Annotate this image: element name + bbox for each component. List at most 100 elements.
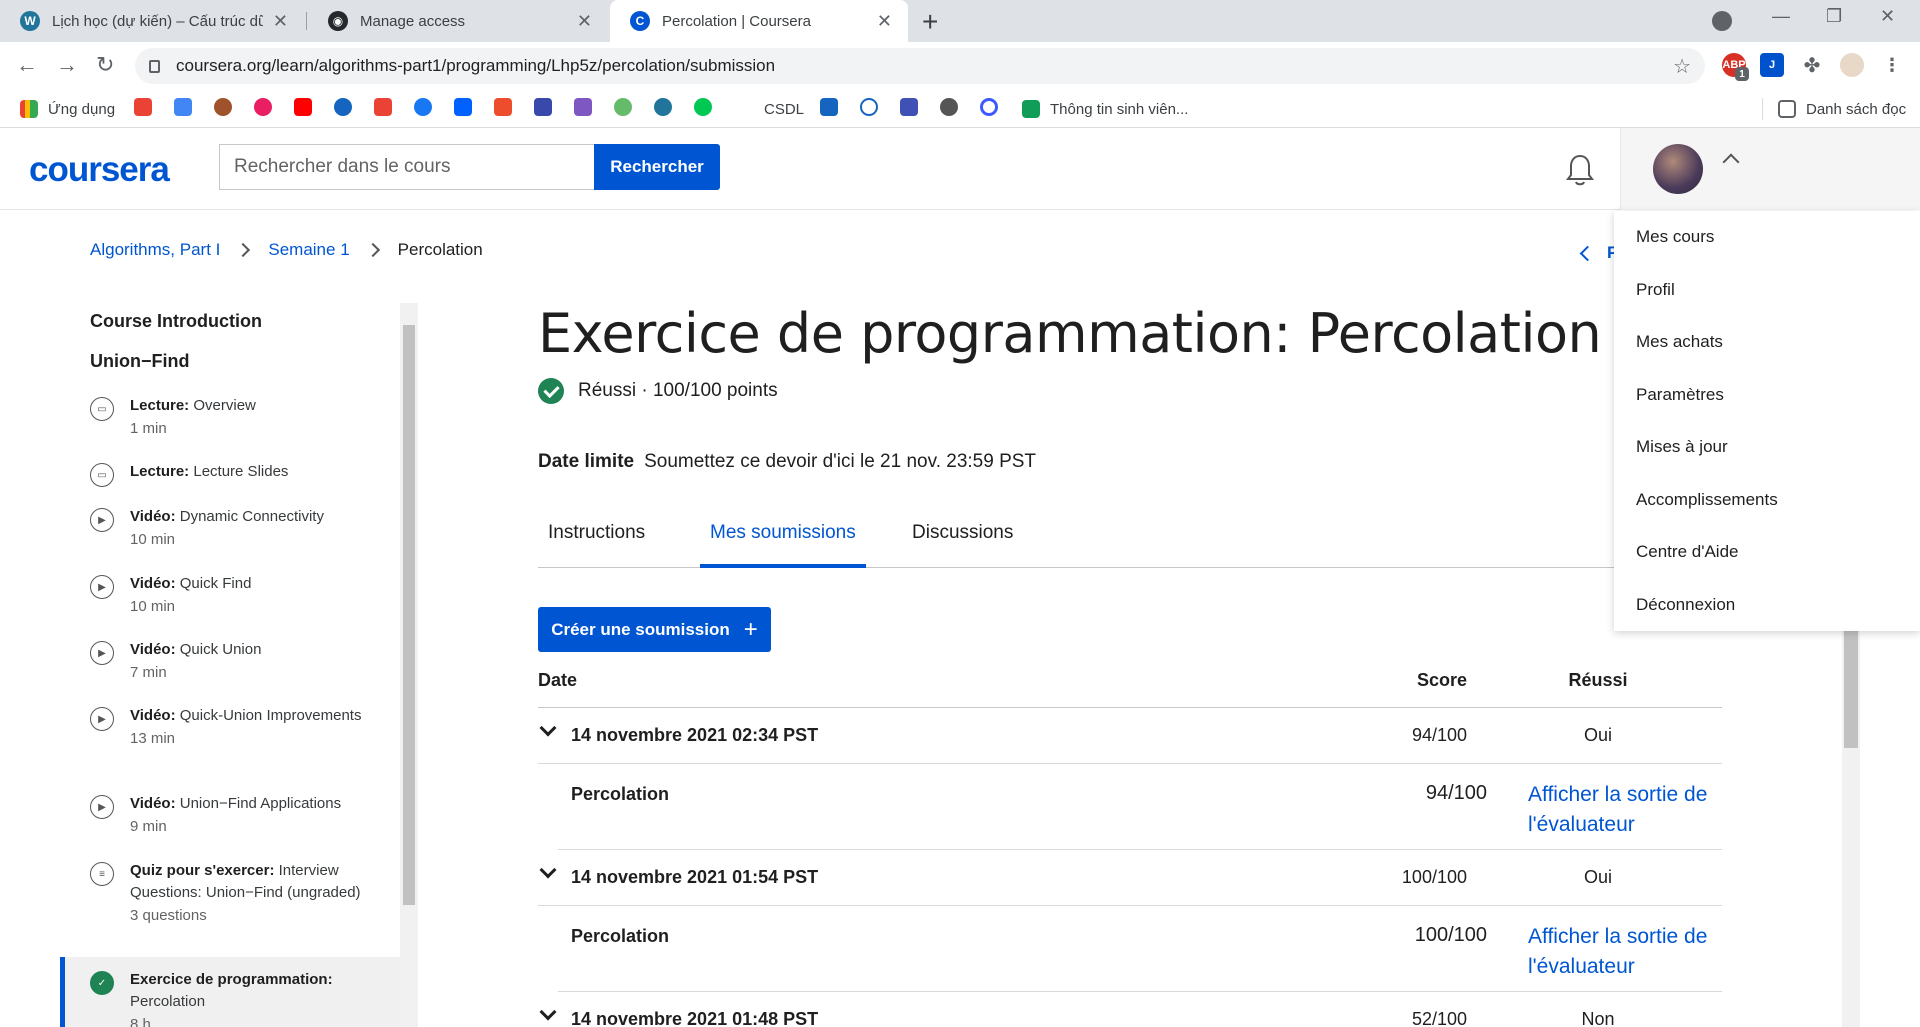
- gmail-icon[interactable]: [134, 98, 152, 116]
- scrollbar-thumb[interactable]: [1844, 630, 1858, 748]
- bell-icon[interactable]: [1565, 152, 1595, 188]
- menu-item-profil[interactable]: Profil: [1636, 280, 1675, 300]
- jira-icon[interactable]: J: [1760, 53, 1784, 77]
- reading-list[interactable]: Danh sách đọc: [1778, 98, 1906, 120]
- account-menu-toggle[interactable]: [1620, 128, 1920, 210]
- deadline-text: Soumettez ce devoir d'ici le 21 nov. 23:…: [644, 451, 1037, 472]
- sidebar-item[interactable]: ▶ Vidéo: Quick-Union Improvements 13 min: [60, 705, 400, 785]
- minimize-icon[interactable]: —: [1772, 6, 1790, 27]
- scrollbar-thumb[interactable]: [403, 325, 415, 905]
- header-date: Date: [538, 670, 578, 690]
- breadcrumb-course[interactable]: Algorithms, Part I: [90, 240, 220, 260]
- chevron-down-icon[interactable]: [539, 1003, 557, 1021]
- close-tab-icon[interactable]: ✕: [877, 11, 892, 32]
- tab-mes-soumissions[interactable]: Mes soumissions: [700, 518, 866, 568]
- bookmark-thongtin[interactable]: Thông tin sinh viên...: [1022, 98, 1188, 120]
- menu-icon[interactable]: ⋮: [1880, 53, 1904, 77]
- site-header: coursera Rechercher: [0, 128, 1920, 210]
- menu-item-centre-aide[interactable]: Centre d'Aide: [1636, 542, 1738, 562]
- sidebar-item[interactable]: ▶ Vidéo: Dynamic Connectivity 10 min: [60, 506, 400, 566]
- dropbox-icon[interactable]: [454, 98, 472, 116]
- bookmark-icon[interactable]: [900, 98, 918, 116]
- quiz-icon: ≡: [90, 862, 114, 886]
- bookmark-icon[interactable]: [534, 98, 552, 116]
- profile-icon[interactable]: [1840, 53, 1864, 77]
- facebook-icon[interactable]: [414, 98, 432, 116]
- bookmark-icon[interactable]: [694, 98, 712, 116]
- sidebar-item[interactable]: ▭ Lecture: Overview 1 min: [60, 395, 400, 455]
- search-button[interactable]: Rechercher: [594, 144, 720, 190]
- sidebar-item[interactable]: ▶ Vidéo: Union−Find Applications 9 min: [60, 793, 400, 853]
- restore-icon[interactable]: ❐: [1826, 6, 1842, 27]
- menu-item-mes-achats[interactable]: Mes achats: [1636, 332, 1723, 352]
- back-icon[interactable]: ←: [16, 52, 38, 78]
- shopee-icon[interactable]: [494, 98, 512, 116]
- sidebar-item[interactable]: ≡ Quiz pour s'exercer: Interview Questio…: [60, 860, 400, 956]
- submission-part-row: Percolation 94/100 Afficher la sortie de…: [558, 764, 1722, 850]
- submission-row[interactable]: 14 novembre 2021 01:48 PST 52/100 Non: [538, 992, 1722, 1027]
- bookmark-icon[interactable]: [334, 98, 352, 116]
- bookmarks-bar: Ứng dụng CSDL Thông tin sinh viên... Dan…: [0, 90, 1920, 128]
- translate-icon[interactable]: [174, 98, 192, 116]
- new-tab-icon[interactable]: +: [922, 6, 938, 38]
- tab-search-icon[interactable]: [1712, 11, 1732, 31]
- globe-icon[interactable]: [940, 98, 958, 116]
- sidebar-item[interactable]: ▶ Vidéo: Quick Union 7 min: [60, 639, 400, 699]
- sidebar-section-title[interactable]: Course Introduction: [90, 311, 262, 332]
- menu-item-parametres[interactable]: Paramètres: [1636, 385, 1724, 405]
- search-input[interactable]: [219, 144, 595, 190]
- close-tab-icon[interactable]: ✕: [273, 11, 288, 32]
- ext-badge: 1: [1735, 67, 1749, 81]
- bookmark-icon[interactable]: [614, 98, 632, 116]
- bookmark-icon[interactable]: [860, 98, 878, 116]
- chevron-down-icon[interactable]: [539, 861, 557, 879]
- youtube-icon[interactable]: [294, 98, 312, 116]
- view-grader-output-link[interactable]: Afficher la sortie de l'évaluateur: [1528, 922, 1728, 982]
- bookmark-icon[interactable]: [254, 98, 272, 116]
- browser-tab-3-active[interactable]: C Percolation | Coursera ✕: [610, 0, 908, 42]
- address-bar: ← → ↻ coursera.org/learn/algorithms-part…: [0, 42, 1920, 90]
- submission-row[interactable]: 14 novembre 2021 02:34 PST 94/100 Oui: [538, 708, 1722, 764]
- menu-item-mises-a-jour[interactable]: Mises à jour: [1636, 437, 1728, 457]
- view-grader-output-link[interactable]: Afficher la sortie de l'évaluateur: [1528, 780, 1728, 840]
- forward-icon[interactable]: →: [56, 52, 78, 78]
- chevron-up-icon[interactable]: [1722, 153, 1740, 171]
- bookmark-icon[interactable]: [574, 98, 592, 116]
- sidebar-scrollbar[interactable]: [400, 303, 418, 1027]
- create-submission-button[interactable]: Créer une soumission +: [538, 607, 771, 652]
- avatar[interactable]: [1653, 144, 1703, 194]
- chevron-left-icon: [1579, 245, 1596, 261]
- url-field[interactable]: coursera.org/learn/algorithms-part1/prog…: [135, 48, 1705, 84]
- previous-item-link[interactable]: P: [1579, 243, 1618, 263]
- bookmark-icon[interactable]: [980, 98, 998, 116]
- play-icon: ▶: [90, 508, 114, 532]
- gmail-icon[interactable]: [374, 98, 392, 116]
- rss-icon[interactable]: [820, 98, 838, 116]
- wordpress-icon[interactable]: [654, 98, 672, 116]
- coursera-icon: C: [630, 11, 650, 31]
- submission-row[interactable]: 14 novembre 2021 01:54 PST 100/100 Oui: [538, 850, 1722, 906]
- tab-instructions[interactable]: Instructions: [548, 518, 645, 568]
- close-window-icon[interactable]: ✕: [1880, 6, 1895, 27]
- breadcrumb-week[interactable]: Semaine 1: [268, 240, 349, 260]
- reload-icon[interactable]: ↻: [96, 52, 114, 78]
- close-tab-icon[interactable]: ✕: [577, 11, 592, 32]
- bookmark-star-icon[interactable]: ☆: [1673, 54, 1691, 79]
- tab-discussions[interactable]: Discussions: [912, 518, 1013, 568]
- sidebar-item[interactable]: ▶ Vidéo: Quick Find 10 min: [60, 573, 400, 633]
- browser-tab-1[interactable]: W Lịch học (dự kiến) – Cấu trúc dữ liệu …: [0, 0, 304, 42]
- coursera-logo[interactable]: coursera: [29, 150, 170, 190]
- menu-item-accomplissements[interactable]: Accomplissements: [1636, 490, 1778, 510]
- page-scrollbar[interactable]: [1842, 630, 1860, 1027]
- bookmark-csdl[interactable]: CSDL: [764, 98, 804, 120]
- bookmark-apps[interactable]: Ứng dụng: [20, 98, 115, 120]
- sidebar-section-title[interactable]: Union−Find: [90, 351, 189, 372]
- menu-item-mes-cours[interactable]: Mes cours: [1636, 227, 1714, 247]
- sidebar-item[interactable]: ▭ Lecture: Lecture Slides: [60, 461, 400, 501]
- menu-item-deconnexion[interactable]: Déconnexion: [1636, 595, 1735, 615]
- bookmark-icon[interactable]: [214, 98, 232, 116]
- extensions-icon[interactable]: ✤: [1800, 53, 1824, 77]
- sidebar-item-active[interactable]: ✓ Exercice de programmation: Percolation…: [60, 957, 400, 1027]
- browser-tab-2[interactable]: ◉ Manage access ✕: [308, 0, 608, 42]
- chevron-down-icon[interactable]: [539, 719, 557, 737]
